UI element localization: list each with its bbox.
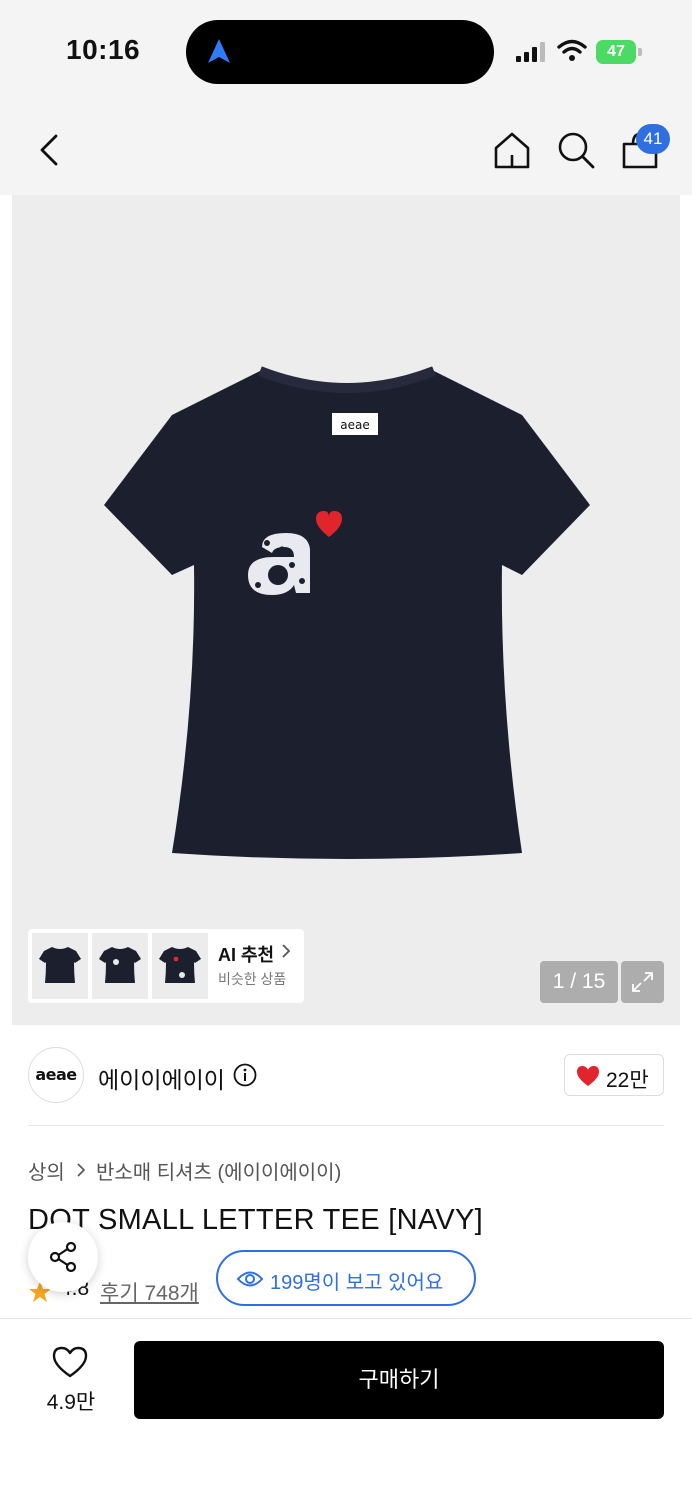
thumbnail[interactable] [92, 933, 148, 999]
dynamic-island [186, 20, 494, 84]
navigation-arrow-icon [208, 39, 230, 63]
thumbnail[interactable] [152, 933, 208, 999]
heart-filled-icon [577, 1066, 599, 1086]
info-icon[interactable] [233, 1063, 257, 1087]
review-count-link[interactable]: 후기 748개 [100, 1277, 199, 1307]
chevron-right-icon [282, 944, 291, 958]
ai-recommendation-strip[interactable]: AI 추천 비슷한 상품 [28, 929, 304, 1003]
status-time: 10:16 [66, 34, 141, 65]
battery-icon: 47 [596, 40, 642, 64]
brand-like-count: 22만 [606, 1069, 649, 1092]
expand-icon [632, 972, 653, 992]
wishlist-button[interactable]: 4.9만 [34, 1342, 108, 1422]
breadcrumb-subcategory[interactable]: 반소매 티셔츠 (에이이에이이) [96, 1156, 341, 1185]
brand-like-button[interactable]: 22만 [564, 1054, 664, 1096]
live-viewers-text: 199명이 보고 있어요 [270, 1272, 444, 1294]
thumbnail-tshirt [99, 947, 141, 983]
thumbnail[interactable] [32, 933, 88, 999]
cellular-signal-icon [516, 42, 545, 62]
top-nav [0, 100, 692, 195]
search-icon[interactable] [554, 128, 598, 172]
heart-outline-icon [52, 1346, 88, 1378]
svg-text:aeae: aeae [340, 418, 369, 432]
cart-count-badge: 41 [636, 124, 670, 154]
product-image-tshirt: aeae [104, 366, 590, 859]
brand-logo[interactable]: aeae [28, 1047, 84, 1103]
status-bar: 10:16 47 [0, 0, 692, 100]
thumbnail-tshirt [39, 947, 81, 983]
divider [28, 1125, 664, 1126]
battery-level: 47 [596, 40, 636, 64]
eye-icon [236, 1271, 264, 1287]
thumbnail-tshirt [159, 947, 201, 983]
product-title: DOT SMALL LETTER TEE [NAVY] [28, 1204, 484, 1236]
brand-name[interactable]: 에이이에이이 [98, 1061, 225, 1095]
share-icon [49, 1241, 77, 1273]
share-button[interactable] [28, 1222, 98, 1292]
wishlist-count: 4.9만 [46, 1391, 96, 1414]
buy-button[interactable]: 구매하기 [134, 1341, 664, 1419]
expand-image-button[interactable] [621, 961, 664, 1003]
ai-recommend-title: AI 추천 [218, 945, 275, 965]
breadcrumb-category[interactable]: 상의 [28, 1156, 65, 1185]
back-icon[interactable] [30, 130, 70, 170]
live-viewers-badge: 199명이 보고 있어요 [216, 1250, 476, 1306]
breadcrumb-chevron-icon [77, 1163, 86, 1177]
product-image-gallery[interactable]: aeae AI 추천 비슷한 상품 1 / 15 [12, 195, 680, 1025]
image-page-counter: 1 / 15 [540, 961, 618, 1003]
home-icon[interactable] [490, 128, 534, 172]
wifi-icon [557, 39, 587, 61]
ai-recommend-subtitle: 비슷한 상품 [218, 971, 287, 987]
